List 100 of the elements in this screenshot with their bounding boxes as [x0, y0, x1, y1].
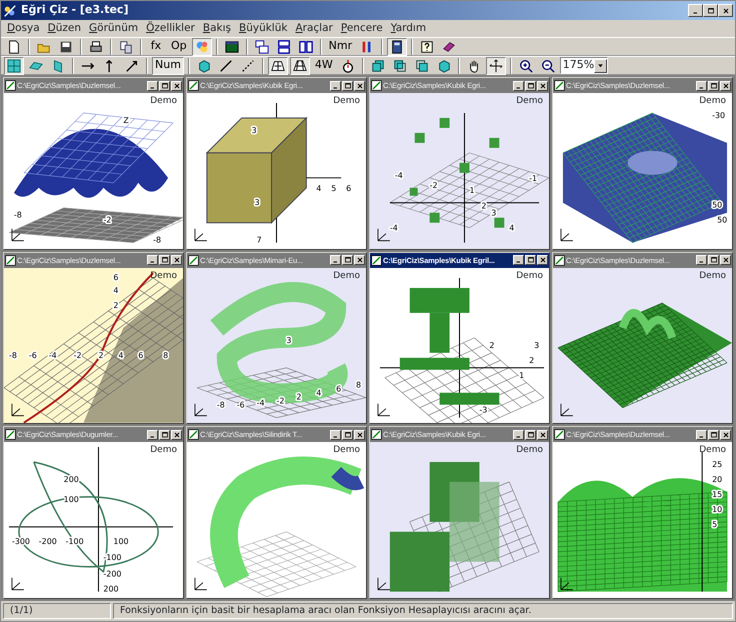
- axis-label: 3: [534, 340, 540, 350]
- menu-item[interactable]: Düzen: [44, 20, 86, 36]
- maximize-button[interactable]: [708, 255, 719, 266]
- demo-label: Demo: [333, 270, 360, 283]
- maximize-button[interactable]: [525, 80, 536, 90]
- minimize-button[interactable]: [696, 80, 707, 90]
- maximize-button[interactable]: [159, 430, 170, 440]
- close-button[interactable]: [354, 430, 365, 440]
- zoom-combo[interactable]: 175%: [560, 57, 608, 74]
- axis-triad-icon: [194, 402, 208, 416]
- minimize-button[interactable]: [696, 255, 707, 266]
- axis-label: -6: [236, 400, 245, 410]
- minimize-button[interactable]: [147, 430, 158, 440]
- close-button[interactable]: [718, 4, 733, 17]
- minimize-button[interactable]: [330, 255, 341, 266]
- maximize-icon: [526, 256, 534, 264]
- menu-item[interactable]: Araçlar: [291, 20, 337, 36]
- document-icon: [554, 254, 565, 266]
- menu-item[interactable]: Görünüm: [85, 20, 142, 36]
- menu-item[interactable]: Yardım: [386, 20, 430, 36]
- close-icon: [356, 430, 364, 439]
- menu-item[interactable]: Büyüklük: [234, 20, 292, 36]
- axis-label: 25: [712, 460, 722, 470]
- axis-label: 7: [256, 236, 262, 245]
- menu-item[interactable]: Pencere: [336, 20, 387, 36]
- menu-item[interactable]: Özellikler: [142, 20, 199, 36]
- demo-label: Demo: [699, 270, 726, 283]
- color-palette-button[interactable]: [192, 38, 212, 56]
- minimize-button[interactable]: [688, 4, 703, 17]
- close-button[interactable]: [720, 430, 731, 440]
- minimize-button[interactable]: [147, 255, 158, 266]
- maximize-button[interactable]: [342, 80, 353, 90]
- grid-button[interactable]: [4, 56, 24, 74]
- close-button[interactable]: [537, 430, 548, 440]
- grid-plane-button[interactable]: [268, 56, 288, 74]
- grid-perspective-button[interactable]: [290, 56, 310, 74]
- axis-label: 8: [163, 350, 168, 360]
- maximize-button[interactable]: [708, 80, 719, 90]
- axis-label: Z: [123, 116, 129, 125]
- minimize-button[interactable]: [513, 430, 524, 440]
- toolbar-button[interactable]: fx: [146, 38, 166, 56]
- minimize-button[interactable]: [696, 430, 707, 440]
- axis-label: -3: [479, 405, 488, 414]
- maximize-button[interactable]: [525, 255, 536, 266]
- close-button[interactable]: [354, 80, 365, 90]
- maximize-icon: [160, 256, 168, 264]
- document-icon: [371, 429, 382, 440]
- maximize-button[interactable]: [159, 80, 170, 90]
- grid-icon: [7, 58, 21, 72]
- axis-label: 2: [113, 300, 118, 310]
- close-button[interactable]: [537, 80, 548, 90]
- maximize-icon: [710, 430, 718, 439]
- minimize-button[interactable]: [330, 80, 341, 90]
- calculator-icon: [390, 40, 404, 54]
- axis-label: 3: [254, 198, 260, 207]
- axis-label: 2: [489, 340, 494, 350]
- close-icon: [722, 6, 730, 14]
- axis-triad-icon: [560, 228, 574, 242]
- maximize-button[interactable]: [703, 4, 718, 17]
- close-icon: [538, 82, 546, 90]
- document-icon: [188, 254, 199, 266]
- maximize-button[interactable]: [708, 430, 719, 440]
- axis-triad-icon: [194, 578, 208, 590]
- minimize-button[interactable]: [147, 80, 158, 90]
- maximize-button[interactable]: [342, 255, 353, 266]
- rotate-arrows-button[interactable]: [486, 56, 506, 74]
- toolbar-button[interactable]: Num: [152, 56, 184, 74]
- menu-item[interactable]: Bakış: [198, 20, 235, 36]
- maximize-button[interactable]: [159, 255, 170, 266]
- document-icon: [188, 429, 199, 440]
- close-button[interactable]: [354, 255, 365, 266]
- maximize-button[interactable]: [342, 430, 353, 440]
- minimize-button[interactable]: [513, 255, 524, 266]
- close-button[interactable]: [171, 430, 182, 440]
- axis-label: 1: [519, 370, 524, 380]
- close-button[interactable]: [720, 80, 731, 90]
- axis-label: 4: [113, 286, 118, 295]
- document-icon: [5, 80, 16, 91]
- toolbar-button[interactable]: Nmr: [326, 38, 356, 56]
- maximize-button[interactable]: [525, 430, 536, 440]
- axis-label: 10: [712, 505, 722, 514]
- toolbar-button[interactable]: Op: [168, 38, 190, 56]
- close-button[interactable]: [171, 255, 182, 266]
- minimize-button[interactable]: [513, 80, 524, 90]
- calculator-button[interactable]: [387, 38, 408, 56]
- minimize-button[interactable]: [330, 430, 341, 440]
- close-button[interactable]: [171, 80, 182, 90]
- close-button[interactable]: [537, 255, 548, 266]
- axis-label: -2: [430, 180, 438, 190]
- document-icon: [371, 80, 382, 91]
- cube-top-icon: [414, 58, 429, 72]
- axis-label: -4: [48, 350, 57, 360]
- menu-item[interactable]: Dosya: [3, 20, 44, 36]
- axis-label: 8: [356, 380, 362, 390]
- axis-label: 100: [113, 537, 129, 546]
- close-button[interactable]: [720, 255, 731, 266]
- axis-label: -2: [103, 216, 112, 225]
- toolbar-button[interactable]: 4W: [312, 56, 336, 74]
- maximize-icon: [160, 430, 168, 439]
- axis-label: 5: [712, 520, 718, 530]
